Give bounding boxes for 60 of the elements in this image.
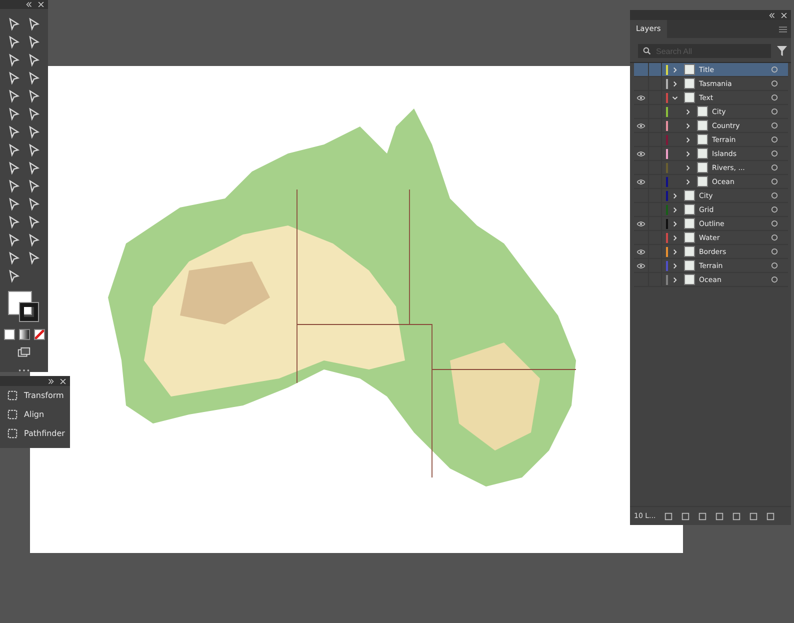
none-mode-icon[interactable] <box>34 329 44 340</box>
layer-thumbnail <box>684 190 695 201</box>
collapse-icon[interactable] <box>26 2 32 8</box>
layer-thumbnail <box>697 148 708 159</box>
eye-icon[interactable] <box>637 122 645 128</box>
chevron-right-icon[interactable] <box>672 248 678 254</box>
panel-item[interactable]: Align <box>24 410 44 419</box>
panel-item[interactable]: Pathfinder <box>24 429 65 438</box>
stroke-swatch[interactable] <box>20 303 38 322</box>
filter-icon[interactable] <box>777 46 787 56</box>
search-icon <box>643 47 651 55</box>
chevron-right-icon[interactable] <box>685 108 691 114</box>
chevron-down-icon[interactable] <box>672 94 678 100</box>
chevron-right-icon[interactable] <box>672 66 678 72</box>
layer-thumbnail <box>684 78 695 89</box>
collapse-icon[interactable] <box>769 12 775 18</box>
close-icon[interactable] <box>781 12 787 18</box>
eye-icon[interactable] <box>637 178 645 184</box>
eye-icon[interactable] <box>637 94 645 100</box>
eye-icon[interactable] <box>637 150 645 156</box>
gradient-mode-icon[interactable] <box>18 329 30 340</box>
eye-icon[interactable] <box>637 220 645 226</box>
layer-thumbnail <box>684 232 695 243</box>
menu-icon[interactable] <box>779 26 787 32</box>
eye-icon[interactable] <box>637 262 645 268</box>
close-icon[interactable] <box>38 2 44 8</box>
layer-thumbnail <box>684 246 695 257</box>
layer-thumbnail <box>697 176 708 187</box>
chevron-right-icon[interactable] <box>685 178 691 184</box>
layer-thumbnail <box>684 204 695 215</box>
layer-thumbnail <box>684 92 695 103</box>
layer-thumbnail <box>684 64 695 75</box>
layer-thumbnail <box>697 120 708 131</box>
layer-thumbnail <box>697 134 708 145</box>
direct-selection-icon[interactable] <box>27 17 41 32</box>
layer-thumbnail <box>684 260 695 271</box>
close-icon[interactable] <box>60 378 66 384</box>
chevron-right-icon[interactable] <box>685 150 691 156</box>
screen-mode-icon[interactable] <box>17 346 31 360</box>
layer-thumbnail <box>684 274 695 285</box>
transform-icon[interactable] <box>7 390 18 401</box>
panel-item[interactable]: Transform <box>24 391 64 400</box>
more-tools-icon[interactable] <box>18 369 30 372</box>
selection-arrow-icon[interactable] <box>7 17 21 32</box>
color-mode-icon[interactable] <box>4 329 14 340</box>
chevron-right-icon[interactable] <box>685 164 691 170</box>
chevron-right-icon[interactable] <box>685 136 691 142</box>
layer-thumbnail <box>684 218 695 229</box>
chevron-right-icon[interactable] <box>672 192 678 198</box>
chevron-right-icon[interactable] <box>672 276 678 282</box>
chevron-right-icon[interactable] <box>672 206 678 212</box>
chevron-right-icon[interactable] <box>672 262 678 268</box>
layer-thumbnail <box>697 162 708 173</box>
eye-icon[interactable] <box>637 248 645 254</box>
chevron-right-icon[interactable] <box>672 80 678 86</box>
chevron-right-icon[interactable] <box>672 234 678 240</box>
chevron-right-icon[interactable] <box>672 220 678 226</box>
layer-thumbnail <box>697 106 708 117</box>
expand-icon[interactable] <box>48 378 54 384</box>
chevron-right-icon[interactable] <box>685 122 691 128</box>
